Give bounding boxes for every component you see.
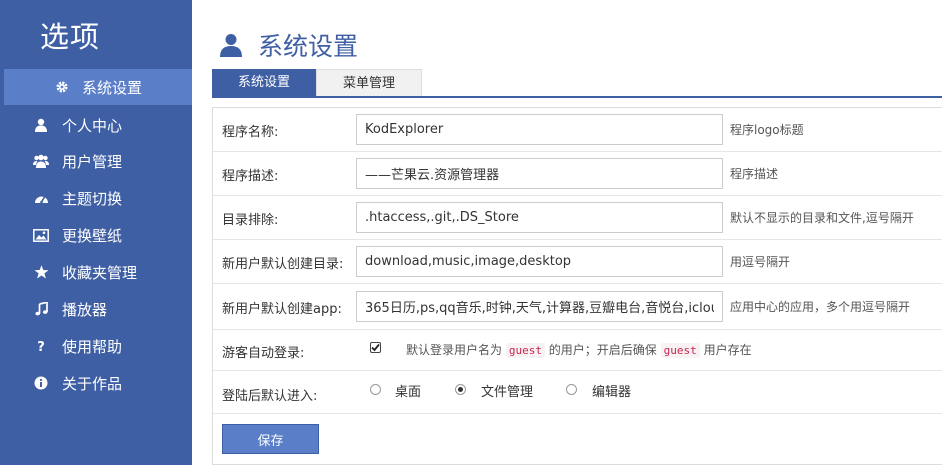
dashboard-icon xyxy=(33,190,49,206)
page-title-text: 系统设置 xyxy=(258,32,359,61)
sidebar-item-system-settings[interactable]: 系统设置 xyxy=(4,69,192,105)
sidebar-item-label: 主题切换 xyxy=(62,189,123,208)
sidebar-item-label: 用户管理 xyxy=(62,152,123,171)
guest-login-label: 游客自动登录: xyxy=(222,346,305,361)
form-row-default-apps: 新用户默认创建app: 应用中心的应用，多个用逗号隔开 xyxy=(213,284,942,330)
guest-code: guest xyxy=(660,343,700,358)
question-icon: ? xyxy=(33,338,49,354)
radio-editor-label: 编辑器 xyxy=(592,385,632,400)
default-apps-hint: 应用中心的应用，多个用逗号隔开 xyxy=(730,300,911,314)
radio-file-manager[interactable] xyxy=(455,384,466,395)
save-button[interactable]: 保存 xyxy=(222,424,319,454)
page-title: 系统设置 xyxy=(220,28,358,62)
tab-system-settings[interactable]: 系统设置 xyxy=(212,69,316,97)
default-apps-label: 新用户默认创建app: xyxy=(222,302,342,317)
form-row-app-description: 程序描述: 程序描述 xyxy=(213,152,942,196)
exclude-dirs-hint: 默认不显示的目录和文件,逗号隔开 xyxy=(730,211,914,225)
sidebar-item-label: 播放器 xyxy=(62,300,108,319)
sidebar-title: 选项 xyxy=(40,20,101,54)
form-row-default-entry: 登陆后默认进入: 桌面 文件管理 编辑器 xyxy=(213,371,942,414)
tab-underline xyxy=(212,96,942,98)
sidebar-item-label: 关于作品 xyxy=(62,374,123,393)
radio-selected-dot xyxy=(458,387,463,392)
guest-login-checkbox[interactable] xyxy=(370,342,381,353)
sidebar-item-player[interactable]: 播放器 xyxy=(0,291,192,327)
image-icon xyxy=(33,227,49,243)
app-name-label: 程序名称: xyxy=(222,125,279,140)
form-row-app-name: 程序名称: 程序logo标题 xyxy=(213,108,942,152)
info-icon xyxy=(33,375,49,391)
tab-menu-management[interactable]: 菜单管理 xyxy=(316,69,422,97)
star-icon xyxy=(33,264,49,280)
default-dirs-hint: 用逗号隔开 xyxy=(730,255,791,269)
default-dirs-input[interactable] xyxy=(356,246,723,277)
app-name-hint: 程序logo标题 xyxy=(730,123,804,137)
user-icon xyxy=(220,33,242,57)
app-description-hint: 程序描述 xyxy=(730,167,779,181)
sidebar-item-favorites-management[interactable]: 收藏夹管理 xyxy=(0,254,192,290)
radio-desktop-label: 桌面 xyxy=(395,385,422,400)
exclude-dirs-input[interactable] xyxy=(356,202,723,233)
user-icon xyxy=(33,117,49,133)
form-row-default-dirs: 新用户默认创建目录: 用逗号隔开 xyxy=(213,240,942,284)
guest-code: guest xyxy=(505,343,545,358)
radio-file-manager-label: 文件管理 xyxy=(481,385,534,400)
exclude-dirs-label: 目录排除: xyxy=(222,213,279,228)
radio-desktop[interactable] xyxy=(370,384,381,395)
sidebar-item-change-wallpaper[interactable]: 更换壁纸 xyxy=(0,217,192,253)
sidebar-item-label: 收藏夹管理 xyxy=(62,263,138,282)
guest-text-after: 用户存在 xyxy=(703,343,752,357)
app-description-label: 程序描述: xyxy=(222,169,279,184)
sidebar-item-label: 个人中心 xyxy=(62,116,123,135)
settings-form: 程序名称: 程序logo标题 程序描述: 程序描述 目录排除: 默认不显示的目录… xyxy=(212,107,942,465)
sidebar-item-user-management[interactable]: 用户管理 xyxy=(0,143,192,179)
guest-text-middle: 的用户；开启后确保 xyxy=(548,343,657,357)
app-name-input[interactable] xyxy=(356,114,723,145)
sidebar: 选项 系统设置 个人中心 用户管理 主题切换 更换壁纸 收藏夹管理 播放器 ? … xyxy=(0,0,192,465)
sidebar-item-theme-switch[interactable]: 主题切换 xyxy=(0,180,192,216)
guest-login-description: 默认登录用户名为 guest 的用户；开启后确保 guest 用户存在 xyxy=(406,341,752,358)
app-description-input[interactable] xyxy=(356,158,723,189)
sidebar-item-help[interactable]: ? 使用帮助 xyxy=(0,328,192,364)
svg-text:?: ? xyxy=(37,340,45,353)
sidebar-item-about[interactable]: 关于作品 xyxy=(0,365,192,401)
checkmark-icon xyxy=(371,343,380,352)
radio-editor[interactable] xyxy=(566,384,577,395)
sidebar-item-personal-center[interactable]: 个人中心 xyxy=(0,107,192,143)
form-row-guest-login: 游客自动登录: 默认登录用户名为 guest 的用户；开启后确保 guest 用… xyxy=(213,330,942,371)
sidebar-item-label: 更换壁纸 xyxy=(62,226,123,245)
guest-text-before: 默认登录用户名为 xyxy=(406,343,503,357)
default-apps-input[interactable] xyxy=(356,291,723,322)
sidebar-item-label: 使用帮助 xyxy=(62,337,123,356)
sidebar-item-label: 系统设置 xyxy=(81,78,142,97)
default-dirs-label: 新用户默认创建目录: xyxy=(222,257,344,272)
music-icon xyxy=(33,301,49,317)
default-entry-label: 登陆后默认进入: xyxy=(222,389,318,404)
gear-icon xyxy=(54,79,70,95)
users-icon xyxy=(33,153,49,169)
form-row-exclude-dirs: 目录排除: 默认不显示的目录和文件,逗号隔开 xyxy=(213,196,942,240)
